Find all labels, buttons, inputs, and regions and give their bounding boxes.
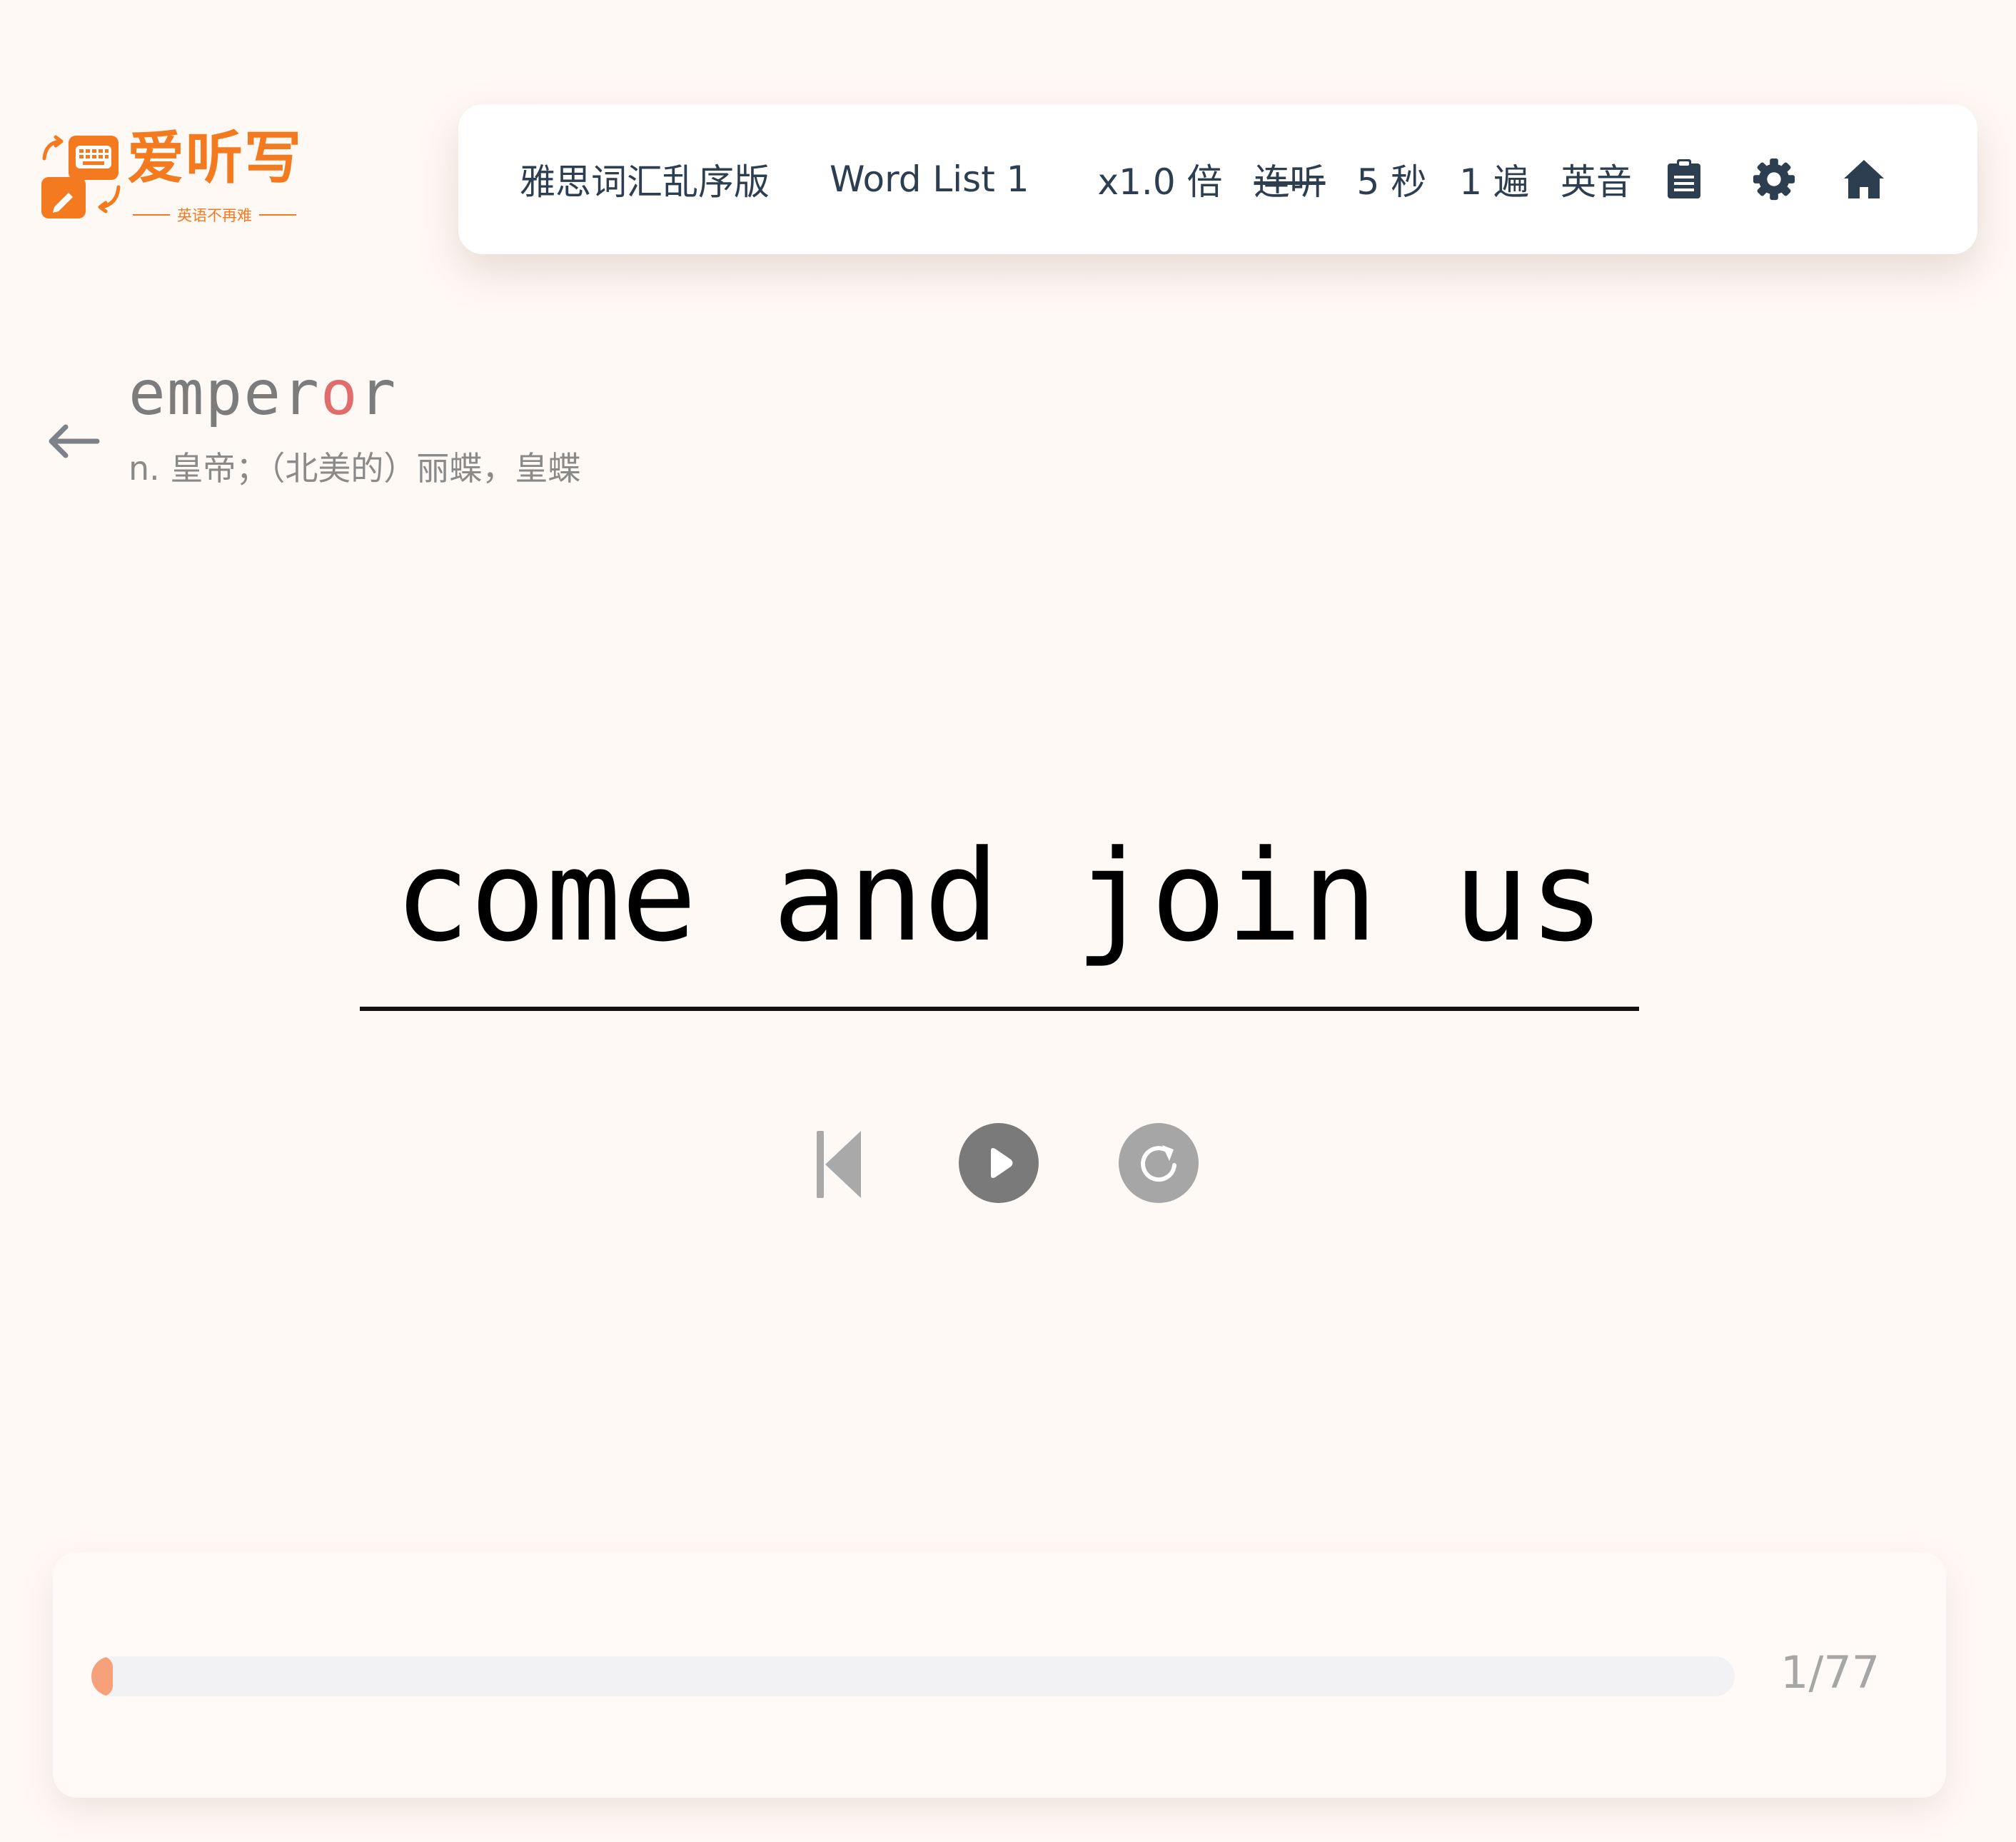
dictation-answer[interactable]: come and join us (360, 834, 1639, 960)
accent-setting[interactable]: 英音 (1561, 154, 1632, 205)
replay-icon[interactable] (1118, 1122, 1199, 1204)
previous-word-wrong-letter: o (320, 358, 359, 429)
progress-panel: 1/77 (53, 1552, 1946, 1798)
previous-word-definition: n. 皇帝；（北美的）丽蝶，皇蝶 (128, 449, 581, 488)
progress-fill (91, 1656, 113, 1696)
slogan-rule-left (133, 214, 170, 216)
gear-icon[interactable] (1752, 157, 1796, 201)
speed-setting[interactable]: x1.0 倍 (1098, 154, 1223, 205)
answer-underline (360, 1007, 1639, 1011)
playback-controls (807, 1122, 1206, 1204)
interval-setting[interactable]: 5 秒 (1357, 154, 1427, 205)
slogan-text: 英语不再难 (177, 207, 252, 224)
previous-word-correct-part: emper (128, 358, 321, 429)
progress-count: 1/77 (1780, 1646, 1880, 1698)
app-logo: 爱听写 英语不再难 (39, 125, 310, 233)
book-selector[interactable]: 雅思词汇乱序版 (520, 154, 770, 205)
word-list-selector[interactable]: Word List 1 (830, 158, 1029, 200)
skip-back-icon[interactable] (807, 1122, 888, 1204)
home-icon[interactable] (1842, 157, 1886, 201)
slogan-rule-right (259, 214, 296, 216)
progress-track (91, 1656, 1735, 1696)
previous-word: emperor (128, 363, 397, 424)
continuous-play-toggle[interactable]: 连听 (1254, 154, 1326, 205)
logo-title: 爱听写 (127, 125, 303, 191)
logo-slogan: 英语不再难 (133, 204, 296, 226)
clipboard-icon[interactable] (1662, 157, 1706, 201)
logo-icon (41, 135, 121, 218)
previous-word-arrow-icon[interactable] (47, 421, 100, 461)
repeat-setting[interactable]: 1 遍 (1459, 154, 1529, 205)
top-toolbar: 雅思词汇乱序版 Word List 1 x1.0 倍 连听 5 秒 1 遍 英音 (458, 104, 1977, 254)
previous-word-tail: r (358, 358, 398, 429)
play-icon[interactable] (958, 1122, 1039, 1204)
